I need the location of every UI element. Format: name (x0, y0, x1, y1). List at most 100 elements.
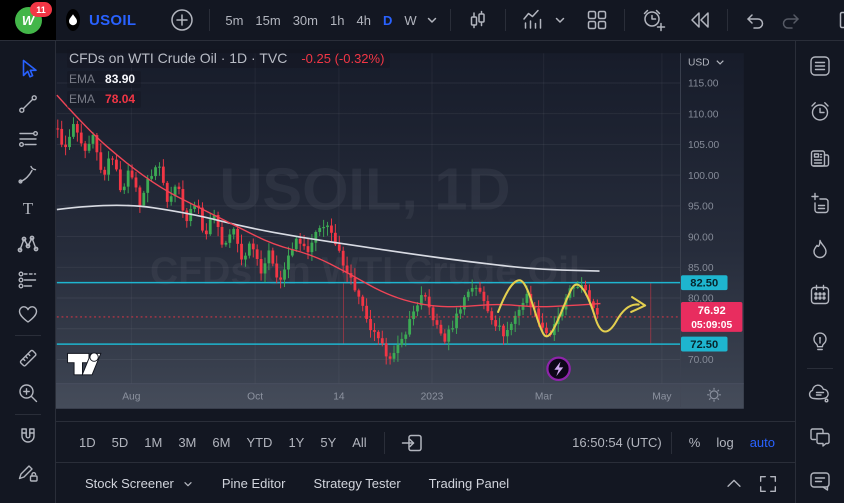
tab-trading-panel-label: Trading Panel (429, 476, 509, 491)
right-widget-bar (795, 41, 844, 503)
bar-replay-button[interactable] (682, 8, 718, 32)
range-ytd[interactable]: YTD (238, 435, 280, 450)
ema-legend-row-2[interactable]: EMA 78.04 (67, 91, 141, 108)
svg-text:95.00: 95.00 (688, 202, 714, 213)
measure-ruler-tool[interactable] (0, 340, 55, 375)
svg-text:May: May (652, 391, 672, 402)
chats-button[interactable] (796, 415, 844, 459)
quick-action-lightning-icon[interactable] (547, 358, 569, 380)
divider (624, 9, 625, 31)
top-toolbar: W 11 USOIL 5m 15m 30m 1h 4h D W (0, 0, 844, 41)
alert-clock-button[interactable] (634, 7, 672, 33)
bottom-panel-tabs: Stock Screener Pine Editor Strategy Test… (55, 462, 795, 503)
interval-1d-active[interactable]: D (377, 13, 398, 28)
svg-text:115.00: 115.00 (688, 79, 719, 90)
ema-legend-row-1[interactable]: EMA 83.90 (67, 71, 141, 88)
text-tool[interactable]: T (0, 191, 55, 226)
interval-chevron-down-icon[interactable] (423, 13, 441, 27)
xabcd-pattern-tool[interactable] (0, 226, 55, 261)
trading-app: W 11 USOIL 5m 15m 30m 1h 4h D W (0, 0, 844, 503)
ema1-label: EMA (69, 72, 95, 86)
tab-stock-screener[interactable]: Stock Screener (85, 476, 194, 491)
fullscreen-square-button[interactable] (831, 9, 844, 31)
svg-text:100.00: 100.00 (688, 171, 720, 182)
divider (15, 414, 41, 415)
divider (807, 368, 833, 369)
auto-scale-button[interactable]: auto (742, 435, 783, 450)
zoom-in-tool[interactable] (0, 375, 55, 410)
drawing-toolbar: T (0, 41, 56, 503)
log-scale-button[interactable]: log (708, 435, 741, 450)
interval-1h[interactable]: 1h (324, 13, 350, 28)
svg-text:Oct: Oct (247, 391, 263, 402)
range-5d[interactable]: 5D (104, 435, 137, 450)
price-axis-currency[interactable]: USD (688, 57, 710, 68)
magnet-tool[interactable] (0, 419, 55, 454)
interval-4h[interactable]: 4h (350, 13, 376, 28)
ideas-button[interactable] (796, 318, 844, 364)
news-button[interactable] (796, 135, 844, 181)
layout-grid-button[interactable] (579, 8, 615, 32)
interval-15m[interactable]: 15m (249, 13, 286, 28)
go-to-date-button[interactable] (394, 431, 430, 455)
tab-pine-editor[interactable]: Pine Editor (222, 476, 286, 491)
fib-retracement-tool[interactable] (0, 121, 55, 156)
alerts-button[interactable] (796, 89, 844, 135)
svg-text:05:09:05: 05:09:05 (691, 320, 732, 331)
time-axis-strip[interactable] (55, 384, 744, 408)
cursor-tool[interactable] (0, 51, 55, 86)
svg-text:T: T (22, 199, 33, 218)
tab-trading-panel[interactable]: Trading Panel (429, 476, 509, 491)
tab-strategy-tester[interactable]: Strategy Tester (313, 476, 400, 491)
trend-line-tool[interactable] (0, 86, 55, 121)
brush-tool[interactable] (0, 156, 55, 191)
watermark-description: CFDs on WTI Crude Oil (150, 250, 580, 293)
svg-text:Aug: Aug (122, 391, 140, 402)
oil-droplet-icon (66, 9, 80, 31)
notes-add-button[interactable] (796, 181, 844, 227)
range-all[interactable]: All (344, 435, 374, 450)
legend-change: -0.25 (-0.32%) (301, 51, 384, 66)
tab-stock-screener-label: Stock Screener (85, 476, 174, 491)
divider (505, 9, 506, 31)
range-1y[interactable]: 1Y (280, 435, 312, 450)
interval-30m[interactable]: 30m (287, 13, 324, 28)
compare-add-button[interactable] (164, 8, 200, 32)
support-chat-button[interactable] (796, 459, 844, 503)
interval-1w[interactable]: W (398, 13, 422, 28)
bottom-range-toolbar: 1D 5D 1M 3M 6M YTD 1Y 5Y All 16:50:54 (U… (55, 421, 795, 463)
tab-strategy-tester-label: Strategy Tester (313, 476, 400, 491)
favorites-heart-tool[interactable] (0, 296, 55, 331)
panel-collapse-chevron-up-button[interactable] (717, 473, 751, 495)
hotlists-button[interactable] (796, 227, 844, 273)
watchlist-button[interactable] (796, 43, 844, 89)
undo-button[interactable] (737, 8, 773, 32)
indicators-button[interactable] (515, 8, 551, 32)
range-6m[interactable]: 6M (204, 435, 238, 450)
symbol-legend-row[interactable]: CFDs on WTI Crude Oil · 1D · TVC -0.25 (… (67, 49, 390, 68)
drawing-lock-tool[interactable] (0, 454, 55, 489)
forecast-tool[interactable] (0, 261, 55, 296)
svg-text:90.00: 90.00 (688, 232, 714, 243)
ema2-label: EMA (69, 92, 95, 106)
legend-title: CFDs on WTI Crude Oil · 1D · TVC (69, 50, 287, 66)
panel-maximize-button[interactable] (751, 473, 785, 495)
percent-scale-button[interactable]: % (681, 435, 709, 450)
range-3m[interactable]: 3M (170, 435, 204, 450)
calendar-button[interactable] (796, 273, 844, 319)
app-logo[interactable]: W 11 (0, 0, 56, 40)
divider (209, 9, 210, 31)
minds-button[interactable] (796, 373, 844, 415)
redo-button[interactable] (773, 8, 809, 32)
interval-5m[interactable]: 5m (219, 13, 249, 28)
range-1d[interactable]: 1D (71, 435, 104, 450)
range-1m[interactable]: 1M (136, 435, 170, 450)
utc-clock[interactable]: 16:50:54 (UTC) (572, 435, 662, 450)
divider (15, 335, 41, 336)
range-5y[interactable]: 5Y (312, 435, 344, 450)
indicators-chevron-down-icon[interactable] (551, 13, 569, 27)
chart-style-candles-button[interactable] (460, 8, 496, 32)
svg-text:70.00: 70.00 (688, 355, 714, 366)
screener-chevron-down-icon (182, 478, 194, 490)
symbol-name[interactable]: USOIL (89, 12, 136, 29)
